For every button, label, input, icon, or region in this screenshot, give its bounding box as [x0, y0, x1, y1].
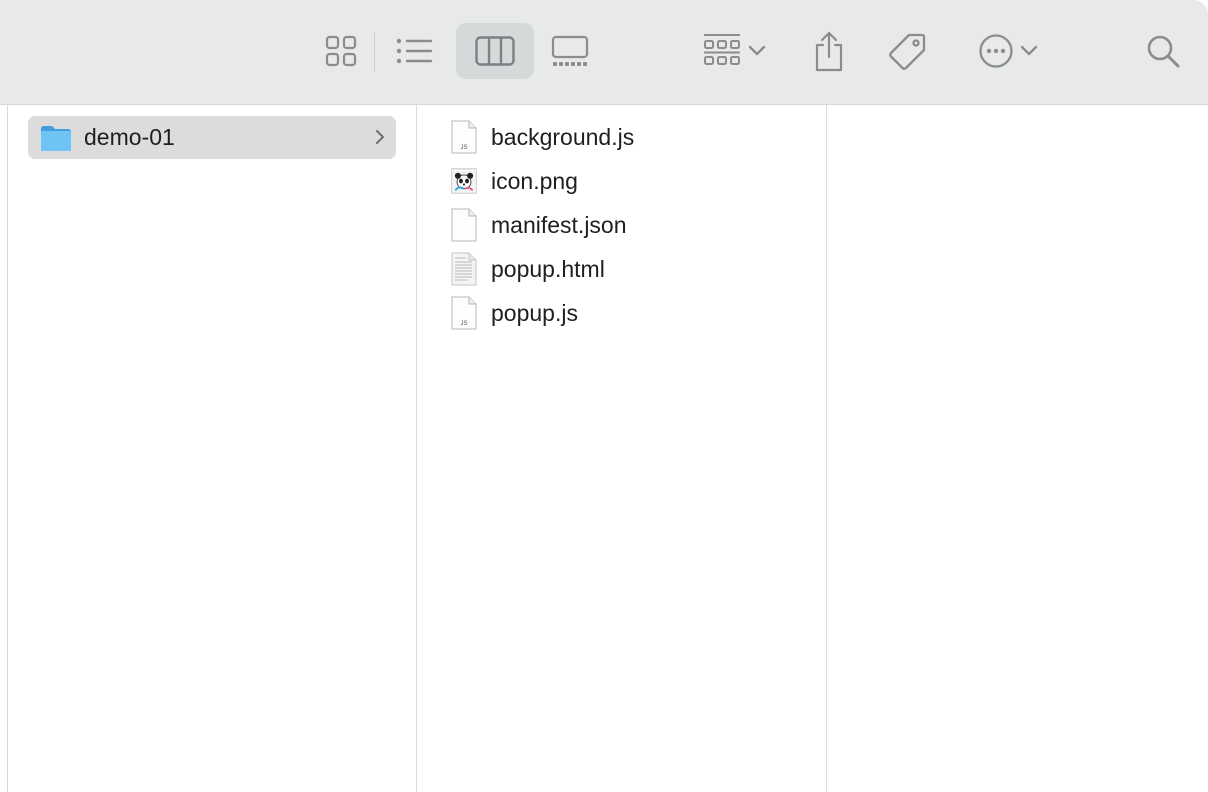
toolbar-separator: [374, 32, 375, 72]
svg-text:JS: JS: [460, 145, 467, 151]
list-item[interactable]: JS background.js: [451, 117, 811, 157]
group-button[interactable]: [694, 23, 774, 79]
json-file-icon: [451, 208, 477, 242]
ellipsis-circle-icon: [979, 34, 1013, 68]
finder-window: demo-01 JS background.js icon.png manife…: [0, 0, 1208, 792]
html-file-icon: [451, 252, 477, 286]
column-2: JS background.js icon.png manifest.json …: [417, 105, 827, 792]
list-icon: [396, 38, 433, 64]
share-icon: [815, 31, 843, 72]
chevron-right-icon: [376, 130, 384, 144]
tag-icon: [889, 33, 926, 70]
tag-button[interactable]: [884, 23, 930, 79]
folder-row-demo-01[interactable]: demo-01: [28, 116, 396, 159]
column-1: demo-01: [8, 105, 417, 792]
list-item[interactable]: manifest.json: [451, 205, 811, 245]
file-label: background.js: [491, 123, 635, 150]
list-view-button[interactable]: [390, 23, 440, 79]
js-file-icon: JS: [451, 120, 477, 154]
chevron-down-icon: [1020, 45, 1038, 56]
list-item[interactable]: JS popup.js: [451, 293, 811, 333]
search-icon: [1147, 35, 1180, 68]
file-label: popup.js: [491, 299, 578, 326]
icon-view-button[interactable]: [318, 23, 364, 79]
list-item[interactable]: popup.html: [451, 249, 811, 289]
js-file-icon: JS: [451, 296, 477, 330]
column-3: [827, 105, 1208, 792]
toolbar: [0, 0, 1208, 105]
file-label: manifest.json: [491, 211, 627, 238]
gallery-view-button[interactable]: [546, 23, 594, 79]
columns-icon: [475, 36, 515, 66]
svg-text:JS: JS: [460, 321, 467, 327]
list-item[interactable]: icon.png: [451, 161, 811, 201]
folder-label: demo-01: [84, 124, 175, 150]
gallery-icon: [551, 35, 589, 66]
column-view-button[interactable]: [456, 23, 534, 79]
grid-icon: [325, 35, 357, 67]
share-button[interactable]: [808, 23, 850, 79]
group-grid-icon: [704, 34, 740, 65]
more-actions-button[interactable]: [968, 23, 1048, 79]
search-button[interactable]: [1140, 23, 1186, 79]
file-label: popup.html: [491, 255, 605, 282]
file-label: icon.png: [491, 167, 578, 194]
folder-icon: [41, 125, 71, 151]
chevron-down-icon: [748, 45, 766, 56]
image-file-icon: [451, 168, 477, 194]
